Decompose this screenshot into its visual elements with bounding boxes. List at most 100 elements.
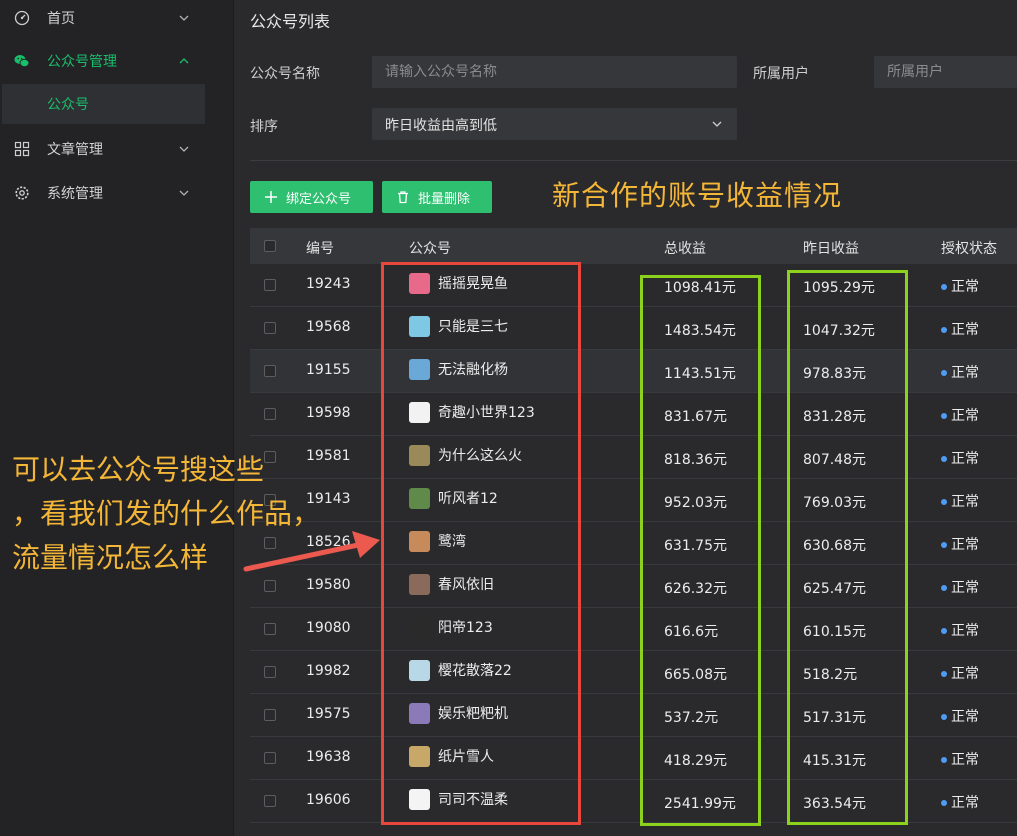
cell-yesterday-income: 831.28元 [803, 409, 866, 425]
batch-delete-button[interactable]: 批量删除 [382, 181, 492, 213]
row-checkbox[interactable] [264, 795, 276, 807]
table-row[interactable]: 19982 樱花散落22 665.08元 518.2元 正常 [250, 651, 1017, 694]
sort-select-value: 昨日收益由高到低 [385, 118, 497, 134]
cell-id: 19606 [306, 792, 351, 808]
row-checkbox[interactable] [264, 322, 276, 334]
sidebar-item-home[interactable]: 首页 [0, 0, 212, 38]
cell-yesterday-income: 610.15元 [803, 624, 866, 640]
sidebar-item-system[interactable]: 系统管理 [0, 173, 212, 213]
sidebar-item-label: 文章管理 [47, 142, 103, 158]
select-all-checkbox[interactable] [264, 240, 276, 252]
status-dot-icon [941, 671, 947, 677]
main-content: 公众号列表 公众号名称 所属用户 排序 昨日收益由高到低 绑定公众号 批量删除 … [234, 0, 1017, 836]
cell-account-name[interactable]: 司司不温柔 [438, 789, 508, 809]
annotation-note: 可以去公众号搜这些 ，看我们发的什么作品， 流量情况怎么样 [12, 448, 320, 580]
cell-total-income: 418.29元 [664, 753, 727, 769]
name-search-input[interactable] [372, 56, 737, 88]
table-row[interactable]: 19143 听风者12 952.03元 769.03元 正常 [250, 479, 1017, 522]
cell-auth-status: 正常 [951, 537, 979, 553]
account-avatar [409, 488, 430, 509]
cell-yesterday-income: 807.48元 [803, 452, 866, 468]
cell-account-name[interactable]: 阳帝123 [438, 617, 493, 637]
cell-account-name[interactable]: 娱乐粑粑机 [438, 703, 508, 723]
row-checkbox[interactable] [264, 666, 276, 678]
bind-account-button[interactable]: 绑定公众号 [250, 181, 373, 213]
cell-account-name[interactable]: 听风者12 [438, 488, 498, 508]
status-dot-icon [941, 757, 947, 763]
cell-auth-status: 正常 [951, 494, 979, 510]
sidebar-item-label: 公众号管理 [47, 54, 117, 70]
cell-yesterday-income: 518.2元 [803, 667, 858, 683]
cell-yesterday-income: 363.54元 [803, 796, 866, 812]
row-checkbox[interactable] [264, 279, 276, 291]
cell-total-income: 631.75元 [664, 538, 727, 554]
table-row[interactable]: 19243 摇摇晃晃鱼 1098.41元 1095.29元 正常 [250, 264, 1017, 307]
cell-total-income: 1483.54元 [664, 323, 736, 339]
row-checkbox[interactable] [264, 752, 276, 764]
annotation-title: 新合作的账号收益情况 [552, 179, 843, 212]
cell-total-income: 616.6元 [664, 624, 719, 640]
cell-account-name[interactable]: 樱花散落22 [438, 660, 512, 680]
sidebar-item-articles[interactable]: 文章管理 [0, 129, 212, 169]
row-checkbox[interactable] [264, 709, 276, 721]
table-row[interactable]: 19575 娱乐粑粑机 537.2元 517.31元 正常 [250, 694, 1017, 737]
cell-id: 19638 [306, 749, 351, 765]
cell-account-name[interactable]: 春风依旧 [438, 574, 494, 594]
account-avatar [409, 359, 430, 380]
cell-auth-status: 正常 [951, 623, 979, 639]
row-checkbox[interactable] [264, 623, 276, 635]
cell-id: 19581 [306, 448, 351, 464]
row-checkbox[interactable] [264, 408, 276, 420]
chevron-down-icon [179, 15, 189, 21]
cell-total-income: 665.08元 [664, 667, 727, 683]
account-avatar [409, 531, 430, 552]
cell-account-name[interactable]: 奇趣小世界123 [438, 402, 535, 422]
bind-account-button-label: 绑定公众号 [286, 191, 352, 207]
cell-total-income: 626.32元 [664, 581, 727, 597]
cell-account-name[interactable]: 无法融化杨 [438, 359, 508, 379]
cell-total-income: 1098.41元 [664, 280, 736, 296]
account-avatar [409, 574, 430, 595]
table-row[interactable]: 19598 奇趣小世界123 831.67元 831.28元 正常 [250, 393, 1017, 436]
owner-input[interactable] [874, 56, 1017, 88]
cell-account-name[interactable]: 鹭湾 [438, 531, 466, 551]
cell-account-name[interactable]: 摇摇晃晃鱼 [438, 273, 508, 293]
table-row[interactable]: 19581 为什么这么火 818.36元 807.48元 正常 [250, 436, 1017, 479]
account-avatar [409, 746, 430, 767]
cell-yesterday-income: 978.83元 [803, 366, 866, 382]
cell-auth-status: 正常 [951, 408, 979, 424]
table-row[interactable]: 19638 纸片雪人 418.29元 415.31元 正常 [250, 737, 1017, 780]
cell-id: 19598 [306, 405, 351, 421]
chevron-down-icon [179, 190, 189, 196]
cell-account-name[interactable]: 只能是三七 [438, 316, 508, 336]
cell-yesterday-income: 625.47元 [803, 581, 866, 597]
row-checkbox[interactable] [264, 580, 276, 592]
cell-yesterday-income: 415.31元 [803, 753, 866, 769]
sidebar-subitem-wechat-accounts[interactable]: 公众号 [2, 84, 205, 124]
cell-total-income: 831.67元 [664, 409, 727, 425]
owner-filter-label: 所属用户 [753, 66, 809, 82]
status-dot-icon [941, 628, 947, 634]
header-id: 编号 [306, 241, 334, 257]
account-avatar [409, 273, 430, 294]
filter-divider [250, 160, 1017, 161]
cell-auth-status: 正常 [951, 795, 979, 811]
table-row[interactable]: 19080 阳帝123 616.6元 610.15元 正常 [250, 608, 1017, 651]
cell-total-income: 537.2元 [664, 710, 719, 726]
chevron-down-icon [179, 146, 189, 152]
wechat-icon [14, 55, 30, 68]
cell-account-name[interactable]: 纸片雪人 [438, 746, 494, 766]
cell-account-name[interactable]: 为什么这么火 [438, 445, 522, 465]
table-row[interactable]: 19606 司司不温柔 2541.99元 363.54元 正常 [250, 780, 1017, 823]
sidebar-item-wechat-management[interactable]: 公众号管理 [0, 41, 212, 81]
table-row[interactable]: 19568 只能是三七 1483.54元 1047.32元 正常 [250, 307, 1017, 350]
sort-select[interactable]: 昨日收益由高到低 [372, 108, 737, 140]
table-row[interactable]: 19155 无法融化杨 1143.51元 978.83元 正常 [250, 350, 1017, 393]
row-checkbox[interactable] [264, 365, 276, 377]
plus-icon [265, 191, 277, 203]
status-dot-icon [941, 327, 947, 333]
sort-label: 排序 [250, 119, 278, 135]
cell-total-income: 2541.99元 [664, 796, 736, 812]
cell-yesterday-income: 1095.29元 [803, 280, 875, 296]
account-avatar [409, 316, 430, 337]
